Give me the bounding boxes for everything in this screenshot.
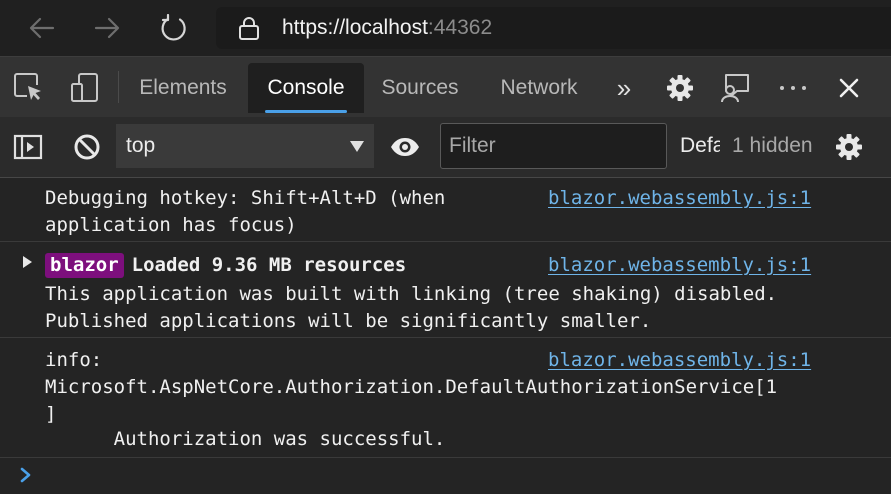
feedback-icon	[721, 74, 749, 103]
log-levels-dropdown[interactable]: Default levels	[680, 124, 720, 168]
message-text: application has focus)	[45, 214, 297, 236]
message-source-link[interactable]: blazor.webassembly.js:1	[548, 252, 811, 279]
url-host: https://localhost	[282, 16, 428, 39]
message-text: Published applications will be significa…	[45, 310, 652, 332]
console-settings-button[interactable]	[832, 130, 866, 164]
show-sidebar-icon	[13, 134, 43, 160]
message-headline: blazor Loaded 9.36 MB resources	[45, 252, 406, 279]
console-message: info: Microsoft.AspNetCore.Authorization…	[0, 338, 891, 458]
message-text: Microsoft.AspNetCore.Authorization.Defau…	[45, 376, 778, 398]
gear-icon	[667, 75, 693, 101]
context-selector[interactable]: top	[116, 124, 374, 168]
back-button[interactable]	[22, 8, 62, 48]
device-emulation-button[interactable]	[68, 71, 102, 105]
clear-console-button[interactable]	[70, 130, 104, 164]
close-devtools-button[interactable]	[832, 71, 866, 105]
message-text: ]	[45, 403, 57, 425]
context-value: top	[126, 134, 156, 157]
close-icon	[839, 78, 859, 98]
message-headline-text: Loaded 9.36 MB resources	[131, 254, 407, 276]
eye-icon	[391, 138, 419, 156]
arrow-left-icon	[29, 17, 55, 39]
address-bar[interactable]: https://localhost:44362	[216, 7, 891, 49]
devtools-tab-bar: Elements Console Sources Network »	[0, 56, 891, 117]
refresh-icon	[161, 14, 186, 41]
inspect-element-icon	[14, 73, 41, 100]
triangle-right-icon[interactable]	[21, 255, 33, 269]
console-message[interactable]: blazor Loaded 9.36 MB resources This appl…	[0, 242, 891, 338]
message-source-link[interactable]: blazor.webassembly.js:1	[548, 185, 811, 212]
show-sidebar-button[interactable]	[11, 130, 45, 164]
url-text: https://localhost:44362	[282, 16, 492, 40]
chevron-right-icon[interactable]	[18, 467, 34, 483]
feedback-button[interactable]	[719, 71, 753, 105]
caret-down-icon	[350, 141, 364, 152]
lock-icon	[239, 17, 259, 40]
gear-icon	[836, 134, 862, 160]
console-message: Debugging hotkey: Shift+Alt+D (when appl…	[0, 178, 891, 242]
device-emulation-icon	[71, 73, 98, 102]
tab-sources[interactable]: Sources	[367, 63, 473, 113]
arrow-right-icon	[94, 17, 120, 39]
tab-network[interactable]: Network	[481, 63, 597, 113]
settings-button[interactable]	[663, 71, 697, 105]
console-filter-input[interactable]	[440, 123, 667, 169]
tab-console[interactable]: Console	[248, 63, 364, 113]
message-source-link[interactable]: blazor.webassembly.js:1	[548, 347, 811, 374]
url-port: :44362	[427, 16, 493, 39]
console-toolbar: top Default levels 1 hidden	[0, 117, 891, 178]
tab-elements[interactable]: Elements	[121, 63, 245, 113]
message-text: This application was built with linking …	[45, 283, 778, 305]
blazor-badge: blazor	[45, 253, 124, 278]
console-output: Debugging hotkey: Shift+Alt+D (when appl…	[0, 178, 891, 494]
hidden-messages-count: 1 hidden	[732, 134, 813, 157]
more-options-icon	[780, 86, 806, 90]
message-text: Authorization was successful.	[45, 428, 446, 450]
refresh-button[interactable]	[154, 8, 194, 48]
clear-console-icon	[74, 134, 100, 160]
live-expression-button[interactable]	[388, 130, 422, 164]
forward-button[interactable]	[87, 8, 127, 48]
message-text: info:	[45, 349, 103, 371]
message-text: Debugging hotkey: Shift+Alt+D (when	[45, 187, 446, 209]
toolbar-divider	[118, 71, 119, 103]
browser-toolbar: https://localhost:44362	[0, 0, 891, 56]
more-tabs-button[interactable]: »	[604, 63, 644, 113]
inspect-element-button[interactable]	[12, 71, 46, 105]
more-options-button[interactable]	[776, 71, 810, 105]
